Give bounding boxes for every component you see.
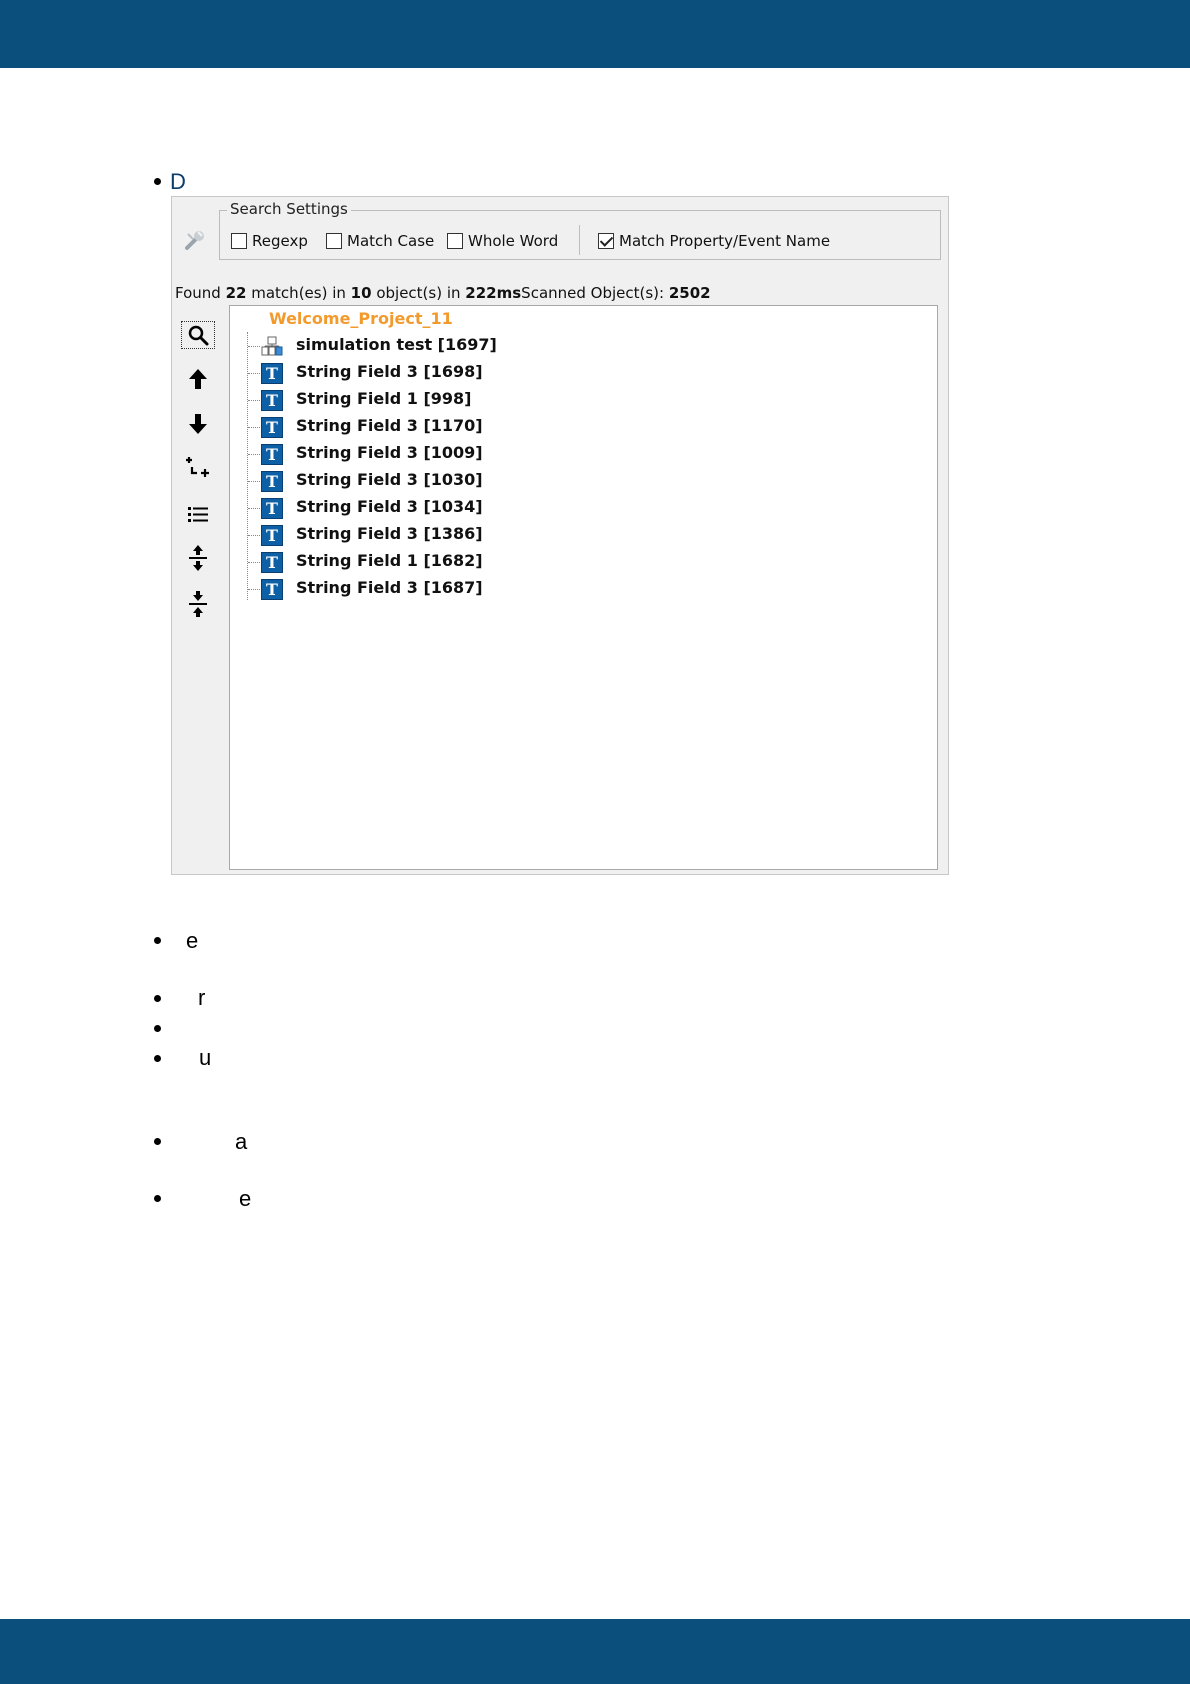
text-field-icon: T — [261, 498, 283, 519]
bullet-dot — [154, 937, 161, 944]
whole-word-option[interactable]: Whole Word — [447, 231, 558, 251]
next-button[interactable] — [180, 407, 216, 441]
bullet-text: u — [199, 1045, 212, 1070]
tree-branch — [248, 562, 260, 563]
match-case-checkbox[interactable] — [326, 233, 342, 249]
bullet-dot — [154, 1025, 161, 1032]
status-time: 222ms — [465, 284, 522, 302]
tree-branch — [248, 427, 260, 428]
tree-branch — [248, 481, 260, 482]
tree-item[interactable]: T String Field 1 [998] — [230, 387, 937, 414]
status-objects-label: object(s) in — [376, 284, 461, 302]
search-panel: Search Settings Regexp Match Case Whole … — [171, 196, 949, 875]
tree-item[interactable]: T String Field 3 [1170] — [230, 414, 937, 441]
tree-item-label: simulation test [1697] — [296, 335, 497, 354]
tree-item[interactable]: T String Field 3 [1698] — [230, 360, 937, 387]
arrow-up-icon — [189, 369, 207, 389]
tree-branch — [248, 589, 260, 590]
bullet-dot — [154, 1055, 161, 1062]
expand-all-button[interactable] — [180, 541, 216, 575]
tree-item[interactable]: simulation test [1697] — [230, 333, 937, 360]
wrench-icon[interactable] — [183, 228, 207, 252]
whole-word-label: Whole Word — [468, 232, 559, 250]
status-scanned-count: 2502 — [668, 284, 711, 302]
search-icon — [188, 325, 209, 346]
text-field-icon: T — [261, 525, 283, 546]
status-found-label: Found — [175, 284, 221, 302]
bullet-dot — [154, 995, 161, 1002]
tree-item-label: String Field 3 [1170] — [296, 416, 483, 435]
text-field-icon: T — [261, 444, 283, 465]
match-property-checkbox[interactable] — [598, 233, 614, 249]
tree-item-label: String Field 3 [1687] — [296, 578, 483, 597]
tree-item[interactable]: T String Field 3 [1030] — [230, 468, 937, 495]
regexp-option[interactable]: Regexp — [231, 231, 308, 251]
tree-item-label: String Field 1 [998] — [296, 389, 472, 408]
whole-word-checkbox[interactable] — [447, 233, 463, 249]
tree-branch — [248, 373, 260, 374]
text-field-icon: T — [261, 363, 283, 384]
match-case-label: Match Case — [347, 232, 435, 250]
status-object-count: 10 — [350, 284, 372, 302]
tree-item-label: String Field 3 [1698] — [296, 362, 483, 381]
regexp-label: Regexp — [252, 232, 308, 250]
match-property-label: Match Property/Event Name — [619, 232, 831, 250]
simulation-icon — [261, 336, 283, 357]
status-match-count: 22 — [225, 284, 247, 302]
match-case-option[interactable]: Match Case — [326, 231, 434, 251]
expand-icon — [189, 545, 207, 571]
header-band — [0, 0, 1190, 68]
tree-item[interactable]: T String Field 3 [1034] — [230, 495, 937, 522]
tree-item[interactable]: T String Field 1 [1682] — [230, 549, 937, 576]
search-status: Found 22 match(es) in 10 object(s) in 22… — [175, 284, 711, 302]
collapse-icon — [189, 591, 207, 617]
text-field-icon: T — [261, 417, 283, 438]
tree-branch — [248, 508, 260, 509]
tree-item-label: String Field 3 [1030] — [296, 470, 483, 489]
option-separator — [579, 225, 580, 255]
tree-item-label: String Field 3 [1009] — [296, 443, 483, 462]
bullet-text: r — [198, 985, 206, 1010]
add-node-button[interactable] — [180, 451, 216, 485]
tree-root[interactable]: Welcome_Project_11 — [269, 309, 453, 328]
tree-branch — [248, 454, 260, 455]
search-settings-title: Search Settings — [227, 200, 351, 218]
bullet-text: D — [170, 169, 186, 194]
bullet-dot — [154, 178, 161, 185]
tree-branch — [248, 535, 260, 536]
tree-item-label: String Field 1 [1682] — [296, 551, 483, 570]
previous-button[interactable] — [180, 362, 216, 396]
bullet-text: a — [235, 1129, 248, 1154]
bullet-dot — [154, 1195, 161, 1202]
tree-item[interactable]: T String Field 3 [1009] — [230, 441, 937, 468]
results-tree[interactable]: Welcome_Project_11 simulation test [1697… — [229, 305, 938, 870]
tree-item[interactable]: T String Field 3 [1386] — [230, 522, 937, 549]
tree-branch — [248, 400, 260, 401]
regexp-checkbox[interactable] — [231, 233, 247, 249]
add-node-icon — [186, 457, 209, 477]
tree-item-label: String Field 3 [1386] — [296, 524, 483, 543]
bullet-text: e — [186, 928, 199, 953]
bullet-text: e — [239, 1186, 252, 1211]
tree-item[interactable]: T String Field 3 [1687] — [230, 576, 937, 603]
list-button[interactable] — [180, 497, 216, 531]
arrow-down-icon — [189, 414, 207, 434]
text-field-icon: T — [261, 471, 283, 492]
list-icon — [188, 507, 208, 522]
status-matches-label: match(es) in — [251, 284, 346, 302]
text-field-icon: T — [261, 579, 283, 600]
footer-band — [0, 1619, 1190, 1684]
search-button[interactable] — [181, 321, 215, 349]
text-field-icon: T — [261, 552, 283, 573]
bullet-dot — [154, 1138, 161, 1145]
match-property-option[interactable]: Match Property/Event Name — [598, 231, 830, 251]
text-field-icon: T — [261, 390, 283, 411]
collapse-all-button[interactable] — [180, 587, 216, 621]
tree-item-label: String Field 3 [1034] — [296, 497, 483, 516]
status-scanned-label: Scanned Object(s): — [521, 284, 665, 302]
tree-branch — [248, 346, 260, 347]
